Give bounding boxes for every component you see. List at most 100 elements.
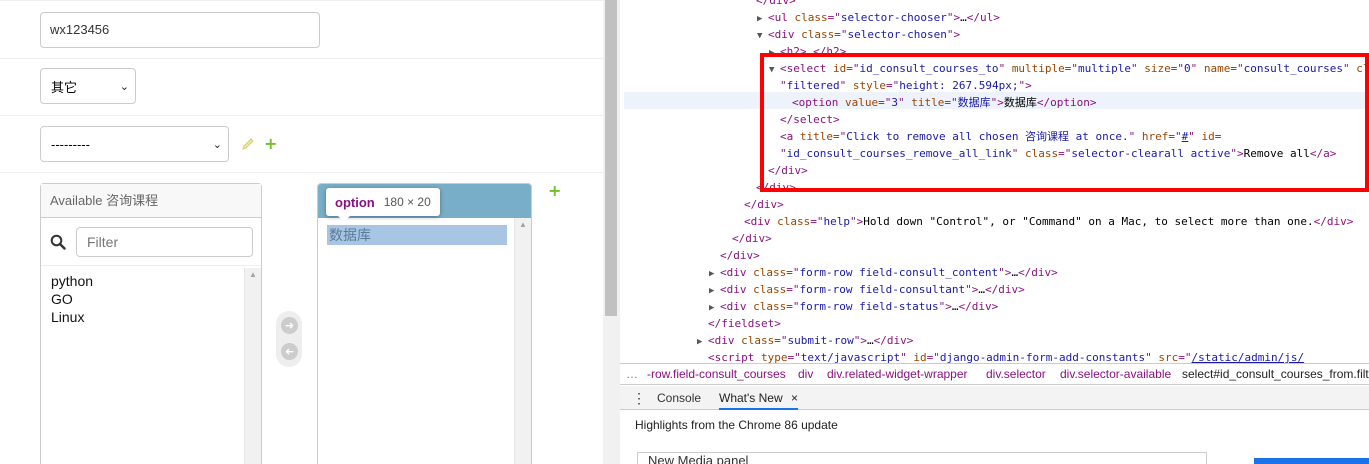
page-scrollbar-thumb[interactable] [605,0,617,316]
list-item[interactable]: GO [51,290,233,308]
code-token: </div> [1313,215,1354,228]
related-select-value: --------- [51,136,90,152]
chosen-scrollbar[interactable]: ▲ [514,218,531,464]
code-token: =" [810,215,824,228]
chosen-option[interactable]: 数据库 [327,225,507,245]
row-divider [0,115,603,116]
code-token: form-row field-status [799,300,939,313]
code-token: "> [850,215,864,228]
breadcrumb-item[interactable]: div.selector-available [1060,364,1171,384]
search-icon [50,234,66,250]
devtools-panel: </div> ▶ <ul class="selector-chooser">…</u… [620,0,1369,464]
dom-node-line[interactable]: ▶ <div class="form-row field-status">…</d… [709,298,998,315]
code-token: =" [786,283,800,296]
breadcrumb-item[interactable]: -row.field-consult_courses [647,364,786,384]
tab-console[interactable]: Console [657,386,701,410]
code-token: … [866,334,874,347]
tooltip-tag: option [335,194,375,210]
source-select[interactable]: 其它 ⌄ [40,68,136,104]
add-arrow-icon[interactable]: ➜ [281,317,298,334]
list-item[interactable]: Linux [51,308,233,326]
scroll-up-icon[interactable]: ▲ [515,220,531,229]
filter-row: Filter [41,218,261,266]
code-token: <div [708,334,742,347]
code-token: </div> [720,249,760,262]
collapsed-triangle-icon[interactable]: ▶ [697,334,708,351]
code-token: selector-chosen [847,28,947,41]
code-token: </div> [873,334,914,347]
dom-node-line[interactable]: </fieldset> [708,315,781,332]
code-token: help [823,215,851,228]
dom-node-line[interactable]: </div> [744,196,784,213]
code-token: <div [720,283,754,296]
dom-node-line[interactable]: </div> [732,230,772,247]
inspect-tooltip: option 180 × 20 [326,188,440,216]
list-item[interactable]: python [51,272,233,290]
code-token: <div [720,266,754,279]
code-token: </fieldset> [708,317,781,330]
remove-arrow-icon[interactable]: ➜ [281,343,298,360]
code-token: =" [827,11,841,24]
admin-form-panel: wx123456 其它 ⌄ --------- ⌄ + Available 咨询… [0,0,603,464]
wechat-input[interactable]: wx123456 [40,12,320,48]
code-token: "> [946,28,961,41]
code-token: <div [720,300,754,313]
pencil-icon[interactable] [241,137,255,151]
code-token: =" [786,300,800,313]
code-token: class [753,300,787,313]
breadcrumb[interactable]: … -row.field-consult_courses div div.relate… [620,363,1369,385]
filter-input[interactable]: Filter [76,227,253,257]
breadcrumb-item[interactable]: … [626,364,638,384]
dom-node-line[interactable]: <div class="help">Hold down "Control", o… [744,213,1353,230]
drawer-menu-icon[interactable]: ⋮ [632,386,646,410]
add-related-icon[interactable]: + [264,134,277,153]
code-token: </div> [958,300,999,313]
breadcrumb-item[interactable]: select#id_consult_courses_from.filter [1182,364,1369,384]
code-token: </div> [1018,266,1058,279]
dom-node-line[interactable]: </div> [720,247,760,264]
code-token: </div> [984,283,1025,296]
related-select[interactable]: --------- ⌄ [40,126,229,162]
code-token: =" [834,28,848,41]
dom-node-line[interactable]: </div> [756,0,796,9]
red-annotation-box [760,53,1369,192]
code-token: </div> [744,198,784,211]
whats-new-button[interactable] [1254,458,1369,464]
close-icon[interactable]: × [791,391,798,405]
breadcrumb-item[interactable]: div.selector [986,364,1046,384]
dom-node-line[interactable]: ▶ <ul class="selector-chooser">…</ul> [757,9,1000,26]
code-token: "> [998,266,1012,279]
available-courses-box: Available 咨询课程 Filter python GO Linux ▲ [40,183,262,464]
code-token: </div> [732,232,772,245]
breadcrumb-item[interactable]: div.related-widget-wrapper [827,364,968,384]
available-courses-list[interactable]: python GO Linux [41,268,243,330]
code-token: "> [965,283,979,296]
expanded-triangle-icon[interactable]: ▼ [757,28,768,45]
code-token: class [801,28,835,41]
selector-chooser: ➜ ➜ [276,311,302,367]
tooltip-tail [338,216,350,222]
available-courses-title: Available 咨询课程 [41,184,261,218]
tab-whats-new[interactable]: What's New × [719,386,798,410]
code-token: submit-row [787,334,854,347]
breadcrumb-item[interactable]: div [798,364,813,384]
chosen-courses-box: 数据库 ▲ [317,183,532,464]
page-scrollbar[interactable] [603,0,620,464]
code-token: =" [774,334,788,347]
dom-node-line[interactable]: ▼ <div class="selector-chosen"> [757,26,960,43]
whats-new-item[interactable]: New Media panel [637,452,1207,464]
tab-whats-new-label: What's New [719,391,783,405]
available-scrollbar[interactable]: ▲ [244,268,261,464]
row-divider [0,172,603,173]
tooltip-dimensions: 180 × 20 [383,195,431,209]
dom-node-line[interactable]: ▶ <div class="form-row field-consult_cont… [709,264,1058,281]
dom-node-line[interactable]: ▶ <div class="submit-row">…</div> [697,332,913,349]
add-course-icon[interactable]: + [548,181,561,200]
code-token: <ul [768,11,795,24]
code-token: … [960,11,967,24]
dom-node-line[interactable]: ▶ <div class="form-row field-consultant">… [709,281,1025,298]
code-token: … [978,283,985,296]
code-token: =" [786,266,800,279]
scroll-up-icon[interactable]: ▲ [245,270,261,279]
code-token: selector-chooser [840,11,947,24]
